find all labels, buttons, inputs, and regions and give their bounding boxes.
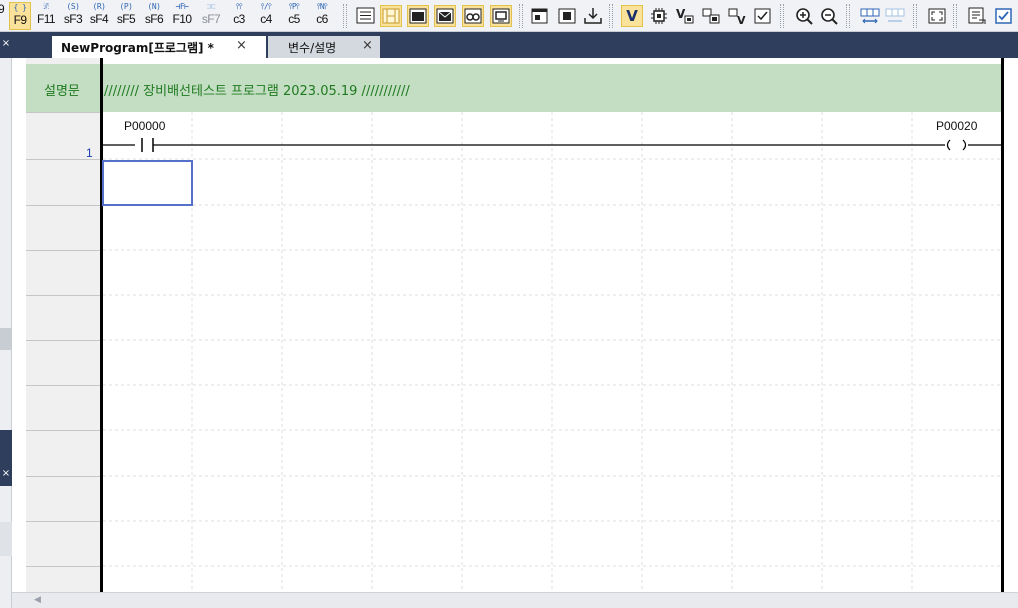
comment-row[interactable]: 설명문 //////// 장비배선테스트 프로그램 2023.05.19 ///… <box>26 64 1004 112</box>
toolbar-separator <box>519 4 523 28</box>
list-view-icon[interactable] <box>355 5 377 27</box>
contact-device-label[interactable]: P00000 <box>124 119 165 133</box>
key-button-f10[interactable]: ⊣F⊢ F10 <box>171 2 193 30</box>
left-power-rail <box>100 58 103 592</box>
toolbar-separator <box>913 4 917 28</box>
stop-icon[interactable] <box>556 5 578 27</box>
tab-close-icon[interactable]: × <box>362 38 373 53</box>
cell-cursor[interactable] <box>102 160 193 206</box>
key-button-c5[interactable]: ⫯P⫯ c5 <box>283 2 305 30</box>
report-icon[interactable] <box>966 5 988 27</box>
tab-variables[interactable]: 변수/설명 × <box>268 36 380 58</box>
toolbar-separator <box>343 4 347 28</box>
gutter-divider <box>26 112 100 113</box>
gutter-divider <box>26 340 100 341</box>
right-power-rail <box>1001 58 1004 592</box>
key-button-sf4[interactable]: (R) sF4 <box>88 2 110 30</box>
scroll-left-icon[interactable]: ◀ <box>34 595 41 605</box>
ladder-view-icon[interactable] <box>380 5 402 27</box>
left-panel-divider <box>0 328 12 350</box>
horizontal-scrollbar[interactable]: ◀ <box>12 592 1018 608</box>
key-button-c6[interactable]: ⫯N⫯ c6 <box>311 2 333 30</box>
left-panel-close-icon[interactable]: × <box>0 38 12 49</box>
key-button-c3[interactable]: ⫯⫯ c3 <box>228 2 250 30</box>
rung-number: 1 <box>86 146 93 160</box>
toolbar-separator <box>780 4 784 28</box>
svg-text:V: V <box>737 14 746 27</box>
toolbar: 9 { } F9 ⫶⫽⫶ F11 (S) sF3 (R) sF4 (P) sF5… <box>0 0 1018 32</box>
left-panel-field[interactable] <box>0 522 12 556</box>
gutter-divider <box>26 430 100 431</box>
comment-label: 설명문 <box>44 84 80 99</box>
fit-screen-icon[interactable] <box>926 5 948 27</box>
gutter-divider <box>26 566 100 567</box>
chip-icon[interactable] <box>648 5 670 27</box>
shrink-cols-icon[interactable] <box>884 5 906 27</box>
variable-icon[interactable]: V <box>621 5 643 27</box>
gutter-divider <box>26 295 100 296</box>
key-button-sf7[interactable]: ⊐⊏ sF7 <box>200 2 222 30</box>
variable-edit-icon[interactable]: V <box>726 5 748 27</box>
gutter-divider <box>26 521 100 522</box>
tab-label: NewProgram[프로그램] * <box>61 41 214 55</box>
ladder-editor[interactable]: 설명문 //////// 장비배선테스트 프로그램 2023.05.19 ///… <box>12 58 1018 592</box>
properties-icon[interactable] <box>529 5 551 27</box>
variable-copy-icon[interactable] <box>700 5 722 27</box>
tab-close-icon[interactable]: × <box>236 38 247 53</box>
key-button-f11[interactable]: ⫶⫽⫶ F11 <box>35 2 57 30</box>
toolbar-separator <box>846 4 850 28</box>
zoom-out-icon[interactable] <box>818 5 840 27</box>
comment-text[interactable]: //////// 장비배선테스트 프로그램 2023.05.19 ///////… <box>104 80 410 99</box>
tab-bar: NewProgram[프로그램] * × 변수/설명 × <box>12 32 1018 58</box>
zoom-in-icon[interactable] <box>793 5 815 27</box>
gutter-divider <box>26 385 100 386</box>
tab-newprogram[interactable]: NewProgram[프로그램] * × <box>52 36 266 58</box>
mail-icon[interactable] <box>434 5 456 27</box>
left-panel-strip: × × <box>0 32 12 608</box>
tab-label: 변수/설명 <box>288 41 337 55</box>
key-button-sf3[interactable]: (S) sF3 <box>62 2 84 30</box>
download-icon[interactable] <box>582 5 604 27</box>
coil-device-label[interactable]: P00020 <box>936 119 977 133</box>
variable-monitor-icon[interactable]: V <box>674 5 696 27</box>
gutter-divider <box>26 476 100 477</box>
ladder-editor-window: 9 { } F9 ⫶⫽⫶ F11 (S) sF3 (R) sF4 (P) sF5… <box>0 0 1018 608</box>
gutter-divider <box>26 250 100 251</box>
checkbox-icon[interactable] <box>752 5 774 27</box>
expand-cols-icon[interactable] <box>859 5 881 27</box>
toolbar-separator <box>953 4 957 28</box>
key-button-sf6[interactable]: (N) sF6 <box>143 2 165 30</box>
window-icon[interactable] <box>407 5 429 27</box>
check-icon[interactable] <box>993 5 1015 27</box>
key-button-sf5[interactable]: (P) sF5 <box>115 2 137 30</box>
monitor-icon[interactable] <box>490 5 512 27</box>
ladder-grid <box>103 112 1001 592</box>
left-panel-close-icon-2[interactable]: × <box>0 468 12 479</box>
key-button-c4[interactable]: ⫯/⫯ c4 <box>255 2 277 30</box>
glasses-icon[interactable] <box>462 5 484 27</box>
key-button-f9[interactable]: { } F9 <box>9 2 31 30</box>
gutter-divider <box>26 205 100 206</box>
toolbar-separator <box>609 4 613 28</box>
